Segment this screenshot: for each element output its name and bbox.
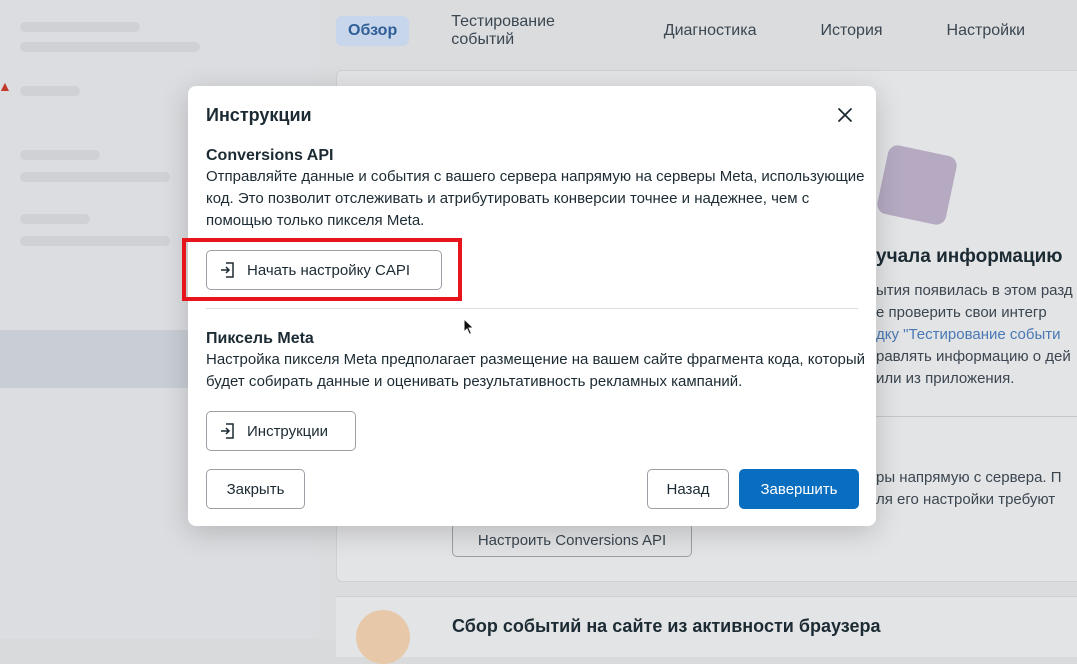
puzzle-icon bbox=[875, 143, 959, 227]
bg-text-line: е проверить свои интегр bbox=[876, 304, 1047, 321]
pixel-instructions-label: Инструкции bbox=[247, 422, 329, 440]
bg-link-test-events[interactable]: дку "Тестирование событи bbox=[876, 326, 1061, 343]
capi-description: Отправляйте данные и события с вашего се… bbox=[206, 168, 865, 229]
tab-history[interactable]: История bbox=[809, 16, 895, 46]
browser-events-title: Сбор событий на сайте из активности брау… bbox=[452, 616, 881, 636]
bg-heading: учала информацию bbox=[876, 246, 1063, 267]
sidebar-item[interactable] bbox=[20, 150, 100, 160]
sign-in-icon bbox=[219, 422, 237, 440]
sidebar-item[interactable] bbox=[20, 172, 170, 182]
pixel-instructions-button[interactable]: Инструкции bbox=[206, 411, 356, 451]
section-divider bbox=[206, 308, 858, 309]
close-icon[interactable] bbox=[834, 104, 856, 126]
bg-text-line: ры напрямую с сервера. П bbox=[876, 469, 1062, 486]
sidebar-item[interactable] bbox=[20, 42, 200, 52]
close-button[interactable]: Закрыть bbox=[206, 469, 305, 509]
tab-settings[interactable]: Настройки bbox=[935, 16, 1037, 46]
tab-bar: Обзор Тестирование событий Диагностика И… bbox=[336, 13, 1077, 48]
pixel-description: Настройка пикселя Meta предполагает разм… bbox=[206, 351, 866, 390]
back-button[interactable]: Назад bbox=[647, 469, 729, 509]
bg-divider bbox=[860, 416, 1077, 417]
bg-text-line: равлять информацию о дей bbox=[876, 348, 1071, 365]
finish-button[interactable]: Завершить bbox=[739, 469, 859, 509]
tab-overview[interactable]: Обзор bbox=[336, 16, 410, 46]
warning-icon: ▲ bbox=[0, 78, 12, 94]
tab-test-events[interactable]: Тестирование событий bbox=[439, 7, 612, 55]
sidebar-item[interactable] bbox=[20, 236, 170, 246]
setup-capi-button[interactable]: Настроить Conversions API bbox=[452, 523, 692, 557]
mouse-cursor-icon bbox=[463, 318, 475, 336]
sidebar-item[interactable] bbox=[20, 214, 90, 224]
modal-title: Инструкции bbox=[206, 105, 312, 125]
bg-text-line: или из приложения. bbox=[876, 370, 1015, 387]
sidebar-item[interactable] bbox=[20, 22, 140, 32]
tab-diagnostics[interactable]: Диагностика bbox=[652, 16, 769, 46]
capi-title: Conversions API bbox=[206, 147, 334, 164]
sidebar-item[interactable] bbox=[20, 86, 80, 96]
bg-text-line: ытия появилась в этом разд bbox=[876, 282, 1073, 299]
bg-text-line: ля его настройки требуют bbox=[876, 491, 1056, 508]
instructions-modal: Инструкции Conversions API Отправляйте д… bbox=[188, 86, 876, 526]
browser-events-icon bbox=[356, 610, 410, 664]
red-highlight-box bbox=[182, 238, 462, 301]
pixel-title: Пиксель Meta bbox=[206, 330, 314, 347]
